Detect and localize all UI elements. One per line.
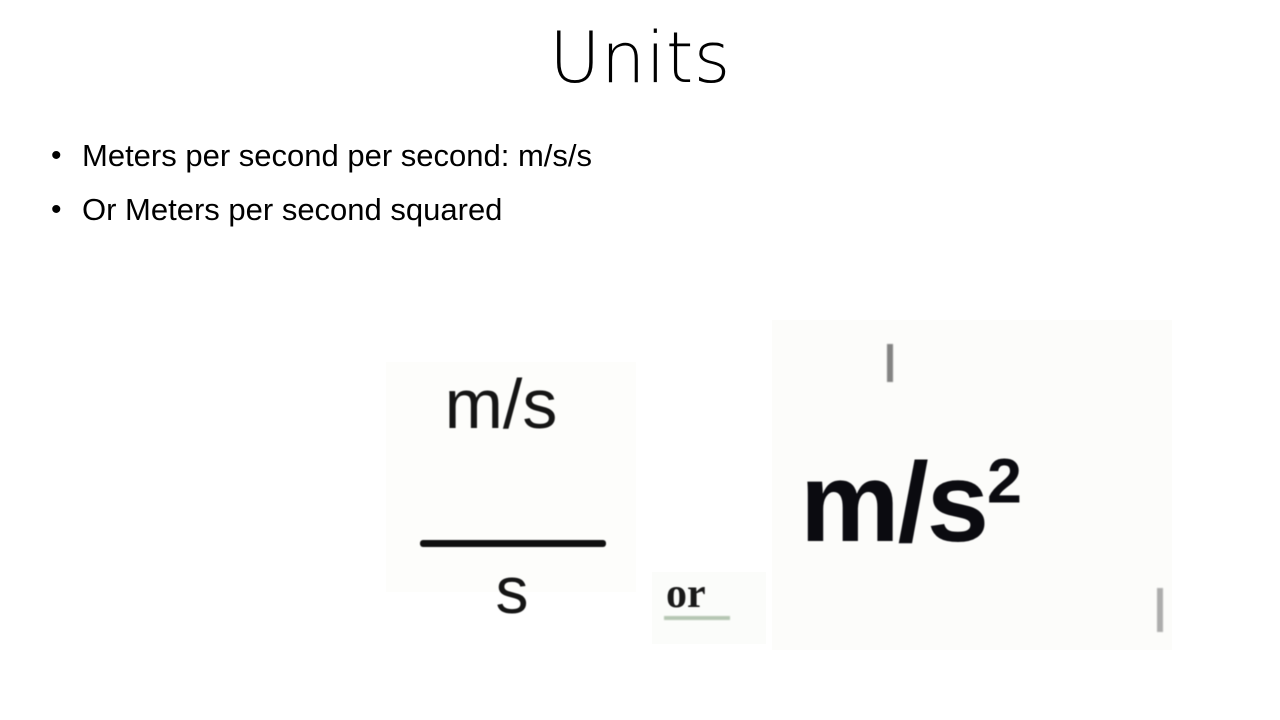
crop-tick-mark-bottom-icon: [1157, 588, 1163, 632]
slide-canvas: Units • Meters per second per second: m/…: [0, 0, 1280, 720]
page-title: Units: [549, 17, 731, 99]
bullet-item-label: Meters per second per second: m/s/s: [82, 138, 593, 173]
bullet-list: • Meters per second per second: m/s/s • …: [40, 133, 1220, 241]
squared-formula-image: m/s2: [772, 320, 1172, 650]
crop-tick-mark-top-icon: [887, 344, 893, 382]
list-item: • Or Meters per second squared: [40, 187, 1220, 241]
bullet-point-icon: •: [51, 139, 62, 172]
or-underline: [664, 616, 730, 620]
fraction-numerator: m/s: [444, 365, 558, 443]
bullet-item-label: Or Meters per second squared: [82, 192, 503, 227]
squared-formula-base: m/s: [800, 440, 989, 565]
fraction-formula-image: m/s s: [386, 362, 636, 627]
fraction-denominator: s: [495, 553, 529, 627]
squared-formula-text: m/s2: [800, 438, 1022, 568]
formula-figure-area: m/s s or m/s2: [0, 300, 1280, 700]
fraction-bar: [420, 540, 606, 547]
list-item: • Meters per second per second: m/s/s: [40, 133, 1220, 187]
squared-formula-exponent: 2: [987, 446, 1022, 517]
or-connector-image: or: [652, 571, 766, 644]
bullet-point-icon: •: [51, 193, 62, 226]
or-label: or: [666, 571, 706, 617]
